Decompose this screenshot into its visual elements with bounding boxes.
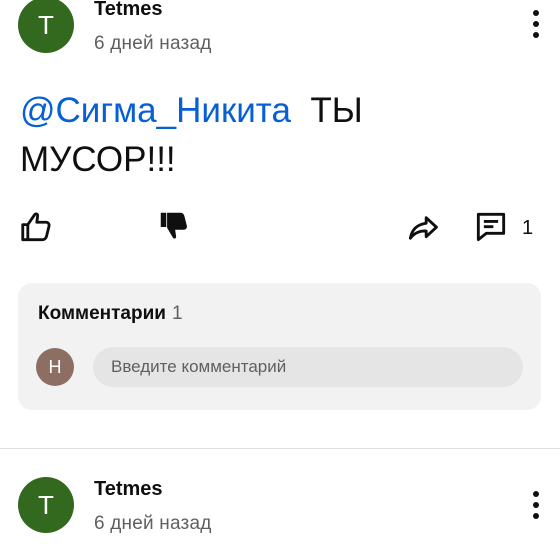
- like-button[interactable]: [18, 208, 56, 246]
- comments-title: Комментарии 1: [38, 303, 183, 325]
- divider: [0, 448, 560, 449]
- user-avatar-letter: Н: [48, 356, 62, 377]
- dislike-icon: [160, 212, 187, 239]
- like-icon: [21, 212, 51, 242]
- share-button[interactable]: [404, 209, 442, 247]
- mention-link[interactable]: @Сигма_Никита: [20, 91, 291, 130]
- author-avatar-letter: T: [38, 489, 54, 520]
- comment-icon: [476, 212, 506, 242]
- comments-title-label: Комментарии: [38, 303, 166, 324]
- comments-section[interactable]: Комментарии 1 Н: [18, 283, 541, 410]
- share-icon: [408, 216, 438, 240]
- more-options-button[interactable]: [524, 487, 548, 523]
- post-time: 6 дней назад: [94, 33, 212, 54]
- more-options-button[interactable]: [524, 6, 548, 42]
- more-icon: [533, 10, 539, 16]
- post-text: @Сигма_Никита ТЫ МУСОР!!!: [20, 86, 520, 184]
- comment-button[interactable]: [472, 208, 510, 246]
- more-icon: [533, 491, 539, 497]
- author-avatar-letter: T: [38, 9, 54, 40]
- comment-input[interactable]: [93, 347, 523, 387]
- comment-count: 1: [522, 217, 534, 239]
- comments-count: 1: [171, 303, 183, 324]
- author-name[interactable]: Tetmes: [94, 478, 163, 501]
- author-avatar[interactable]: T: [18, 477, 74, 533]
- author-name[interactable]: Tetmes: [94, 0, 163, 21]
- post-time: 6 дней назад: [94, 513, 212, 534]
- user-avatar: Н: [36, 348, 74, 386]
- dislike-button[interactable]: [156, 208, 194, 246]
- author-avatar[interactable]: T: [18, 0, 74, 53]
